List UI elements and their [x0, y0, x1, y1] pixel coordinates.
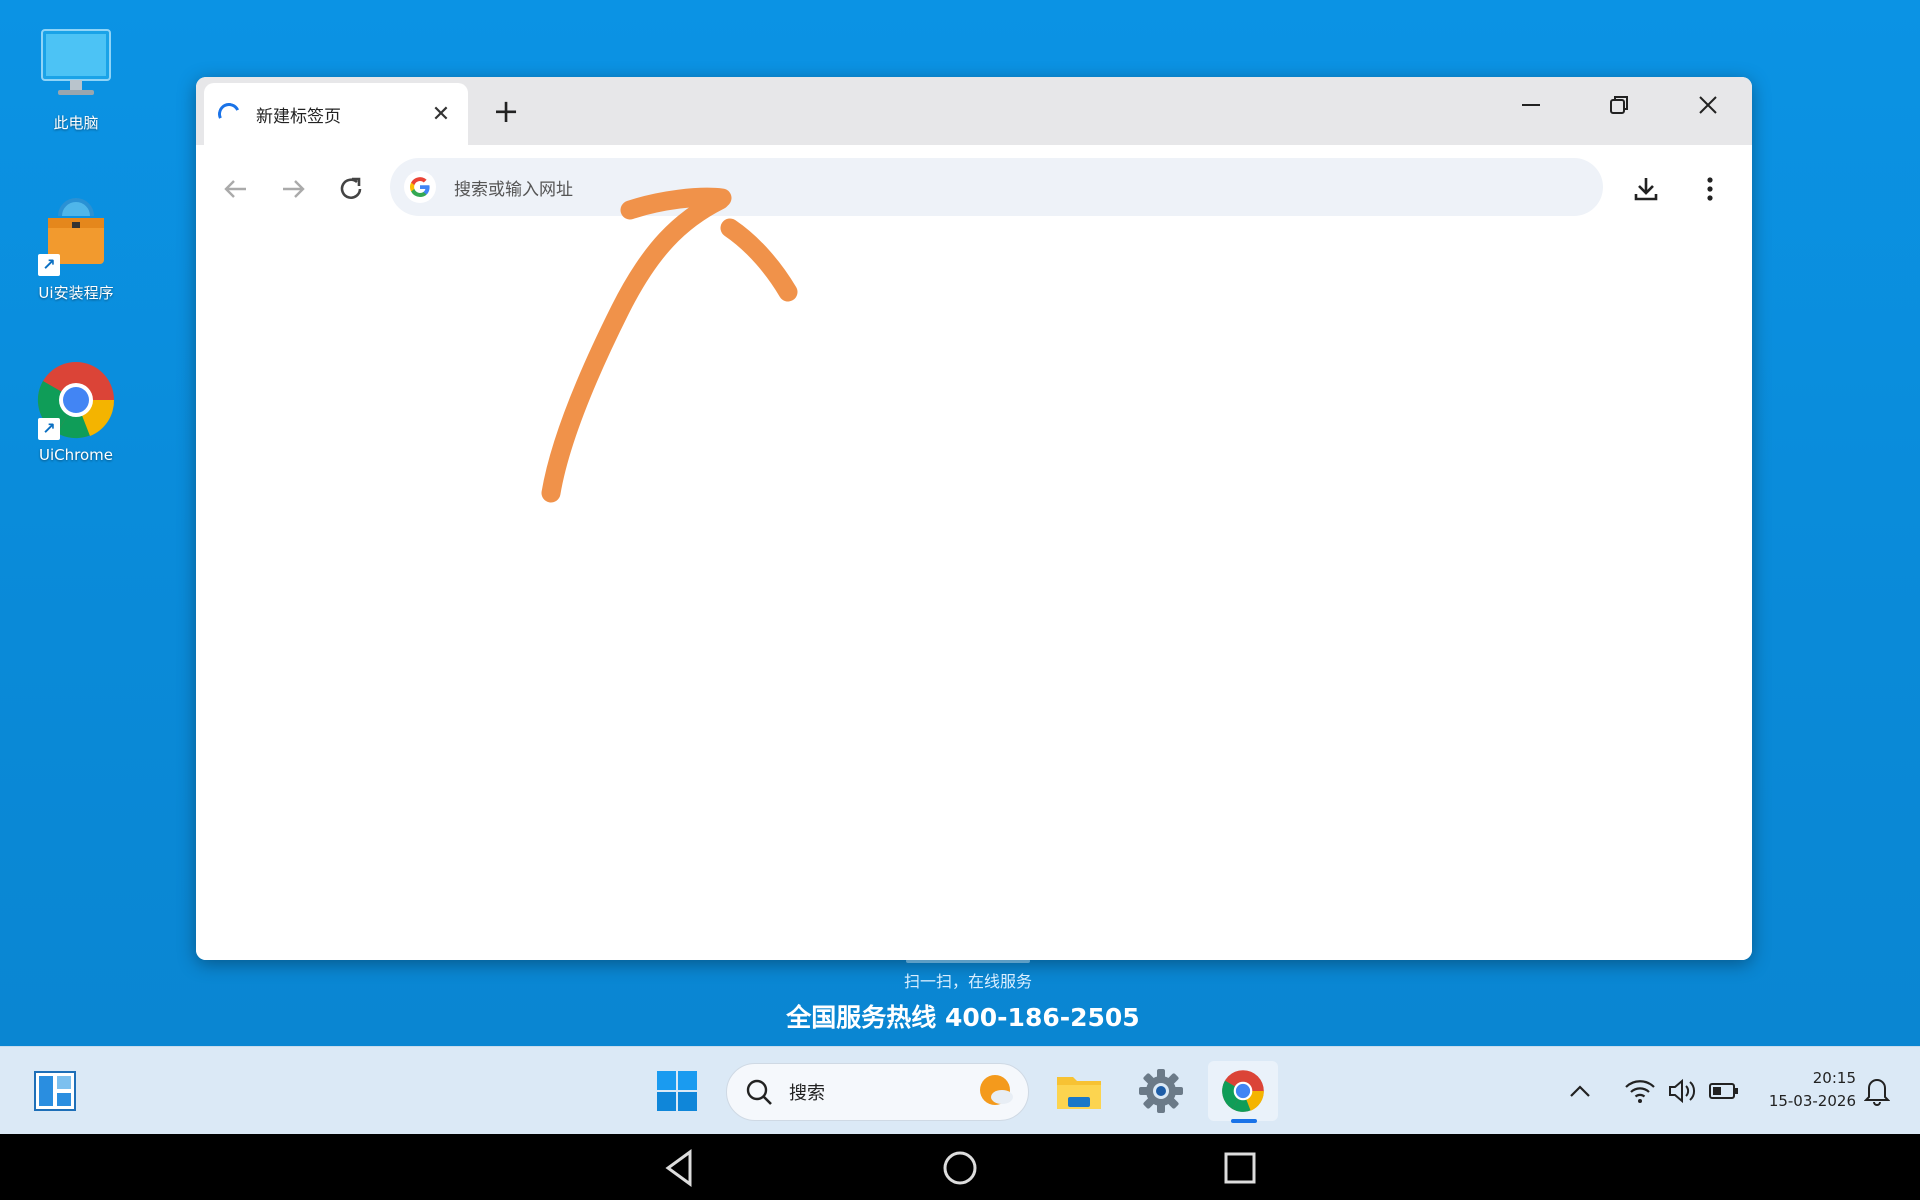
show-hidden-icons-button[interactable]	[1564, 1069, 1596, 1113]
desktop-icon-label: UiChrome	[39, 446, 113, 464]
folder-icon	[1057, 1077, 1101, 1109]
window-drag-handle[interactable]	[906, 959, 1030, 963]
taskbar-search[interactable]: 搜索	[726, 1063, 1029, 1121]
minimize-button[interactable]	[1509, 91, 1553, 131]
kebab-menu-icon	[1707, 177, 1713, 201]
desktop-icon-uichrome[interactable]: ↗ UiChrome	[16, 358, 136, 464]
desktop-icon-label: Ui安装程序	[38, 284, 114, 302]
start-button[interactable]	[652, 1061, 702, 1121]
tab-strip: 新建标签页 ✕ +	[196, 77, 1752, 145]
page-content	[196, 231, 1752, 960]
battery-icon	[1709, 1083, 1738, 1099]
restore-icon	[1610, 96, 1628, 114]
nav-recents-button[interactable]	[1218, 1146, 1262, 1190]
loading-spinner-icon	[214, 99, 244, 129]
back-button[interactable]	[214, 167, 258, 211]
minimize-icon	[1522, 104, 1540, 106]
shortcut-arrow-icon: ↗	[38, 418, 60, 440]
forward-button[interactable]	[271, 167, 315, 211]
file-explorer-button[interactable]	[1054, 1061, 1104, 1121]
tab-new-tab[interactable]: 新建标签页 ✕	[204, 83, 468, 145]
windows-logo-icon	[657, 1071, 697, 1111]
nav-home-button[interactable]	[938, 1146, 982, 1190]
search-icon	[746, 1079, 772, 1105]
new-tab-button[interactable]: +	[486, 91, 526, 131]
notifications-button[interactable]	[1860, 1069, 1894, 1113]
reload-button[interactable]	[329, 167, 373, 211]
chrome-icon: ↗	[34, 358, 118, 442]
address-bar-placeholder: 搜索或输入网址	[454, 179, 573, 200]
clock-date: 15-03-2026	[1768, 1092, 1856, 1110]
arrow-left-icon	[224, 180, 246, 198]
browser-window: 新建标签页 ✕ + 搜索或输入网址	[196, 77, 1752, 960]
more-menu-button[interactable]	[1688, 167, 1732, 211]
download-icon	[1634, 178, 1658, 201]
circle-home-icon	[943, 1151, 977, 1185]
battery-button[interactable]	[1706, 1069, 1742, 1113]
monitor-icon	[34, 24, 118, 108]
chrome-icon	[1222, 1070, 1264, 1112]
close-icon	[1699, 96, 1717, 114]
wifi-button[interactable]	[1622, 1069, 1658, 1113]
installer-box-icon: ↗	[34, 194, 118, 278]
widgets-button[interactable]	[28, 1061, 82, 1121]
gear-icon	[1139, 1069, 1183, 1113]
taskbar: 搜索 20:15 15-03-2026	[0, 1046, 1920, 1134]
tab-title: 新建标签页	[256, 106, 341, 127]
hotline-caption: 扫一扫，在线服务	[903, 972, 1032, 991]
arrow-right-icon	[283, 180, 305, 198]
chevron-up-icon	[1570, 1085, 1590, 1097]
google-icon	[404, 171, 436, 203]
wifi-icon	[1625, 1080, 1655, 1103]
restore-button[interactable]	[1597, 91, 1641, 131]
desktop-icon-label: 此电脑	[53, 114, 99, 132]
desktop-icon-this-pc[interactable]: 此电脑	[16, 24, 136, 133]
address-bar[interactable]: 搜索或输入网址	[390, 158, 1603, 216]
active-app-indicator	[1231, 1119, 1257, 1123]
shortcut-arrow-icon: ↗	[38, 254, 60, 276]
triangle-back-icon	[665, 1149, 692, 1187]
clock-time: 20:15	[1812, 1069, 1856, 1087]
bell-icon	[1864, 1079, 1890, 1106]
chrome-taskbar-button[interactable]	[1208, 1061, 1278, 1123]
clock[interactable]: 20:15 15-03-2026	[1756, 1067, 1856, 1113]
close-window-button[interactable]	[1686, 91, 1730, 131]
system-navigation-bar	[0, 1134, 1920, 1200]
settings-button[interactable]	[1136, 1061, 1186, 1121]
tab-close-icon[interactable]: ✕	[428, 102, 454, 127]
volume-button[interactable]	[1664, 1069, 1700, 1113]
weather-icon	[980, 1075, 1013, 1105]
widgets-icon	[34, 1071, 76, 1111]
downloads-button[interactable]	[1624, 167, 1668, 211]
reload-icon	[340, 177, 362, 199]
search-label: 搜索	[789, 1083, 825, 1104]
hotline-number: 全国服务热线 400-186-2505	[786, 1003, 1140, 1032]
speaker-icon	[1669, 1078, 1696, 1104]
nav-back-button[interactable]	[658, 1146, 702, 1190]
square-recents-icon	[1224, 1152, 1256, 1184]
browser-toolbar: 搜索或输入网址	[196, 145, 1752, 231]
desktop-icon-ui-installer[interactable]: ↗ Ui安装程序	[16, 194, 136, 303]
